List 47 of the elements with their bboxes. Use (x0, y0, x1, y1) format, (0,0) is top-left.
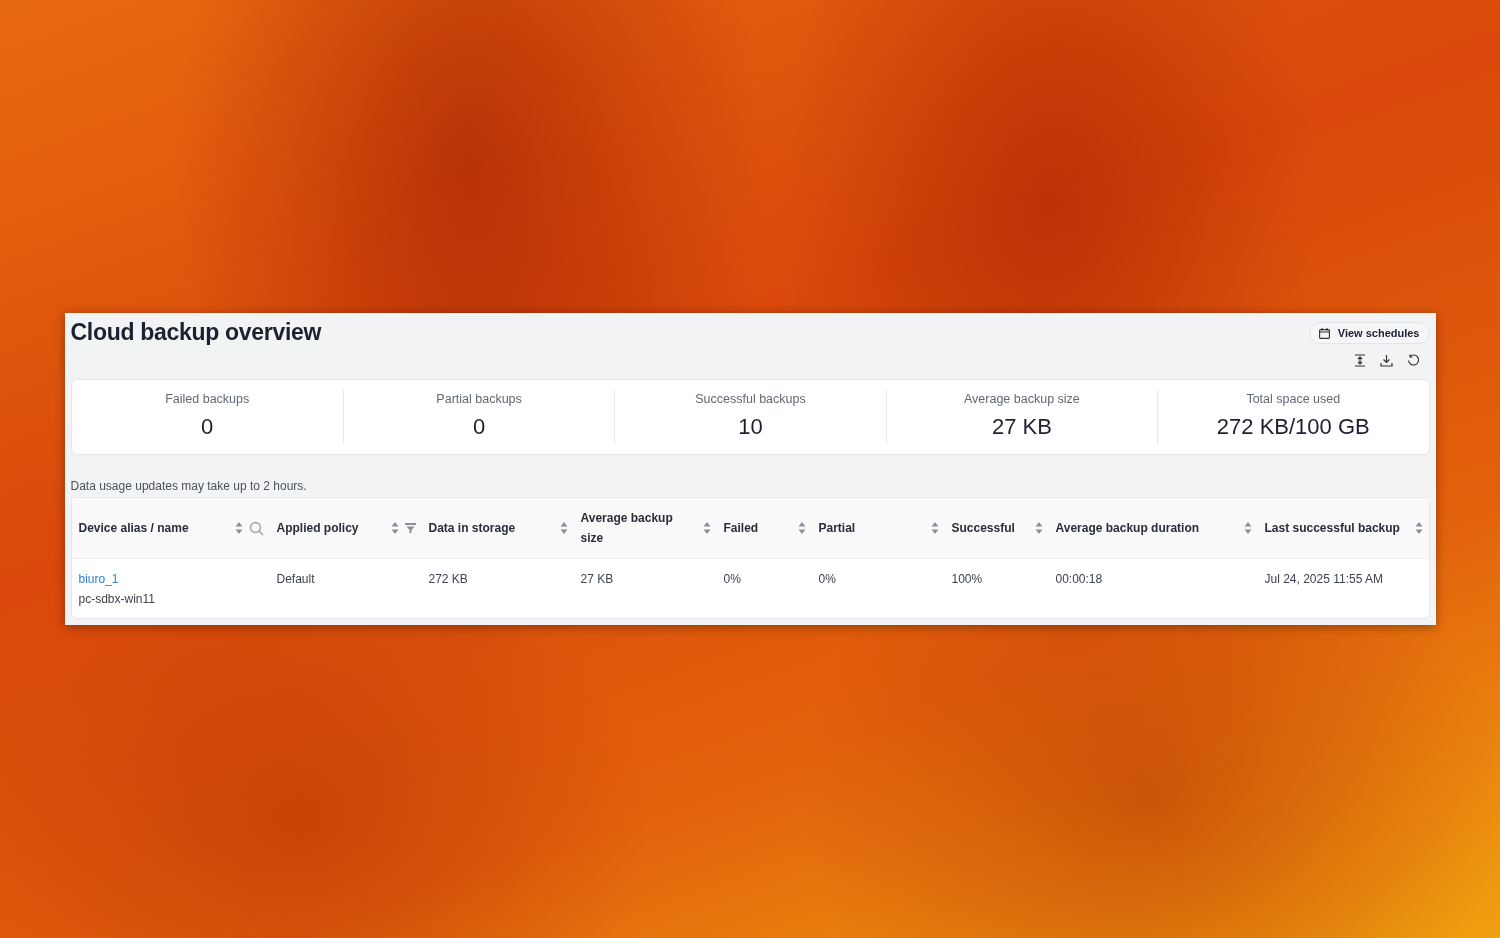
column-label: Applied policy (276, 520, 360, 537)
data-usage-note: Data usage updates may take up to 2 hours. (70, 479, 308, 493)
stat-value: 0 (201, 414, 214, 440)
stat-value: 272 KB/100 GB (1216, 414, 1370, 440)
sort-icon[interactable] (702, 521, 711, 535)
sort-icon[interactable] (559, 521, 568, 535)
table-cell-text: Jul 24, 2025 11:55 AM (1264, 572, 1385, 586)
filter-icon[interactable] (404, 523, 416, 533)
table-cell-text: 0% (723, 572, 742, 586)
column-label: Successful (951, 520, 1016, 537)
sort-icon[interactable] (797, 521, 806, 535)
table-cell-text: 00:00:18 (1055, 572, 1104, 586)
column-label: Last successful backup (1264, 520, 1401, 537)
sort-icon[interactable] (1243, 521, 1252, 535)
stat-value: 27 KB (991, 414, 1052, 440)
table-cell-text: 272 KB (428, 572, 469, 586)
refresh-icon[interactable] (1406, 354, 1420, 367)
stat-label: Failed backups (165, 392, 250, 406)
stat-label: Average backup size (963, 392, 1080, 406)
sort-icon[interactable] (234, 521, 243, 535)
stat-value: 0 (472, 414, 486, 440)
column-label: Average backup size (580, 510, 674, 547)
column-label: Failed (723, 520, 760, 537)
table-cell-text: 27 KB (580, 572, 615, 586)
view-schedules-button[interactable]: View schedules (1308, 322, 1430, 344)
calendar-icon (1318, 327, 1330, 339)
column-label: Average backup duration (1055, 520, 1201, 537)
expand-rows-icon[interactable] (1353, 354, 1366, 367)
sort-icon[interactable] (1414, 521, 1423, 535)
stat-label: Partial backups (436, 392, 522, 406)
stat-label: Successful backups (695, 392, 806, 406)
column-label: Data in storage (428, 520, 517, 537)
device-alias-link[interactable]: biuro_1 (78, 572, 263, 586)
sort-icon[interactable] (930, 521, 939, 535)
table-cell-text: Default (276, 572, 316, 586)
column-label: Device alias / name (78, 520, 190, 537)
sort-icon[interactable] (390, 521, 399, 535)
device-name: pc-sdbx-win11 (78, 592, 156, 606)
column-label: Partial (818, 520, 857, 537)
table-cell-text: 0% (818, 572, 837, 586)
stat-value: 10 (738, 414, 763, 440)
search-icon[interactable] (248, 520, 264, 536)
stat-label: Total space used (1246, 392, 1341, 406)
page-title: Cloud backup overview (70, 319, 322, 346)
download-icon[interactable] (1379, 354, 1393, 367)
table-cell-text: 100% (951, 572, 984, 586)
sort-icon[interactable] (1034, 521, 1043, 535)
